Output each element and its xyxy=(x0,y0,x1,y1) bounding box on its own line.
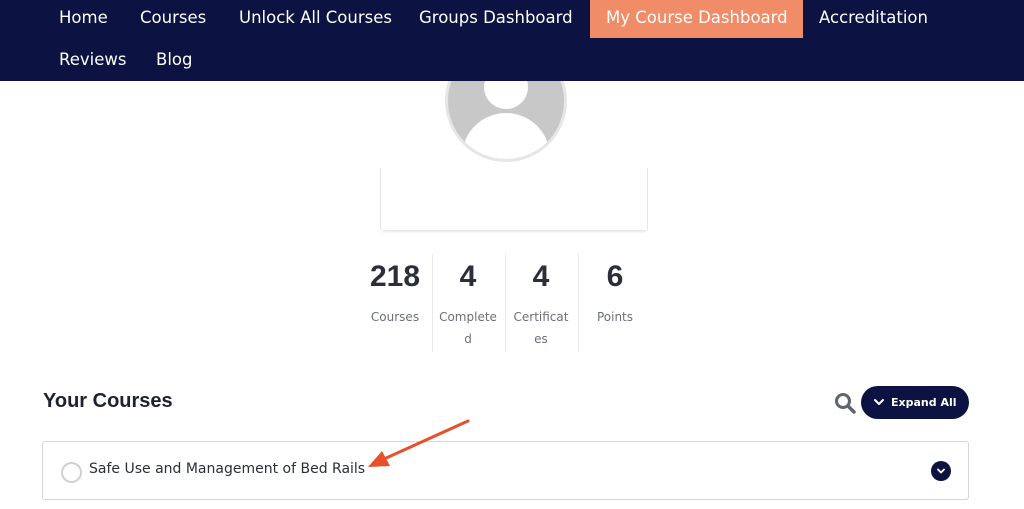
nav-my-course-dashboard[interactable]: My Course Dashboard xyxy=(590,0,803,38)
stat-label: Courses xyxy=(370,310,420,324)
course-status-icon xyxy=(61,462,82,483)
chevron-down-icon xyxy=(937,468,945,474)
nav-courses[interactable]: Courses xyxy=(140,0,206,38)
main-navigation: Home Courses Unlock All Courses Groups D… xyxy=(0,0,1024,81)
stat-value: 218 xyxy=(369,260,421,293)
annotation-arrow-icon xyxy=(368,419,470,467)
course-list-item[interactable]: Safe Use and Management of Bed Rails xyxy=(42,441,969,500)
nav-reviews[interactable]: Reviews xyxy=(59,42,126,80)
course-title[interactable]: Safe Use and Management of Bed Rails xyxy=(89,461,365,477)
stat-completed: 4 Completed xyxy=(432,252,504,350)
course-expand-toggle[interactable] xyxy=(931,461,951,481)
search-icon[interactable] xyxy=(834,392,856,414)
nav-unlock-all-courses[interactable]: Unlock All Courses xyxy=(239,0,392,38)
nav-blog[interactable]: Blog xyxy=(156,42,192,80)
nav-groups-dashboard[interactable]: Groups Dashboard xyxy=(419,0,573,38)
expand-all-button[interactable]: Expand All xyxy=(861,386,969,419)
stat-value: 4 xyxy=(532,260,550,293)
nav-accreditation[interactable]: Accreditation xyxy=(819,0,928,38)
stat-label: Completed xyxy=(439,310,497,346)
nav-home[interactable]: Home xyxy=(59,0,108,38)
stat-certificates: 4 Certificates xyxy=(505,252,577,350)
stat-value: 6 xyxy=(606,260,624,293)
chevron-down-icon xyxy=(874,399,884,405)
profile-card xyxy=(380,168,648,230)
stat-label: Certificates xyxy=(513,310,569,346)
stat-courses: 218 Courses xyxy=(359,252,431,328)
stat-value: 4 xyxy=(459,260,477,293)
stat-label: Points xyxy=(596,310,634,324)
section-title: Your Courses xyxy=(43,390,173,412)
stat-points: 6 Points xyxy=(579,252,651,328)
expand-all-label: Expand All xyxy=(891,396,957,409)
